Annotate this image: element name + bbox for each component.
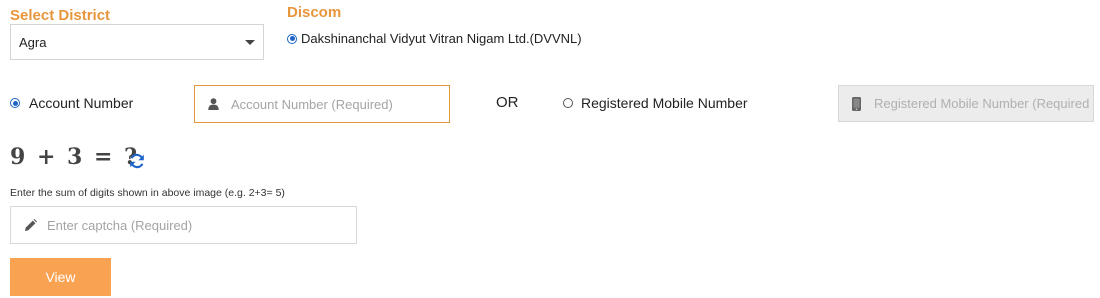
- refresh-icon[interactable]: [129, 153, 145, 169]
- mobile-number-input[interactable]: [874, 96, 1089, 111]
- discom-option[interactable]: Dakshinanchal Vidyut Vitran Nigam Ltd.(D…: [287, 31, 582, 46]
- captcha-input[interactable]: [47, 218, 347, 233]
- chevron-down-icon: [245, 40, 255, 45]
- captcha-hint: Enter the sum of digits shown in above i…: [10, 187, 285, 199]
- or-separator: OR: [496, 94, 519, 111]
- account-number-field[interactable]: [194, 85, 450, 123]
- discom-option-label: Dakshinanchal Vidyut Vitran Nigam Ltd.(D…: [301, 31, 582, 46]
- district-label: Select District: [10, 7, 111, 24]
- discom-label: Discom: [287, 4, 342, 21]
- mobile-number-option-label: Registered Mobile Number: [581, 95, 748, 111]
- captcha-field[interactable]: [10, 206, 357, 244]
- user-icon: [208, 98, 219, 110]
- captcha-image: 9 + 3 = ?: [10, 144, 140, 170]
- account-number-input[interactable]: [231, 97, 441, 112]
- mobile-number-option[interactable]: Registered Mobile Number: [563, 95, 748, 111]
- account-number-option[interactable]: Account Number: [10, 95, 133, 111]
- mobile-number-radio[interactable]: [563, 98, 573, 108]
- account-number-radio[interactable]: [10, 98, 20, 108]
- view-button[interactable]: View: [10, 258, 111, 296]
- mobile-number-field[interactable]: [838, 85, 1094, 122]
- mobile-icon: [852, 97, 861, 111]
- district-selected-value: Agra: [19, 35, 47, 50]
- account-number-option-label: Account Number: [29, 95, 134, 111]
- district-select[interactable]: Agra: [10, 24, 264, 60]
- pencil-icon: [25, 219, 37, 231]
- discom-radio[interactable]: [287, 33, 297, 44]
